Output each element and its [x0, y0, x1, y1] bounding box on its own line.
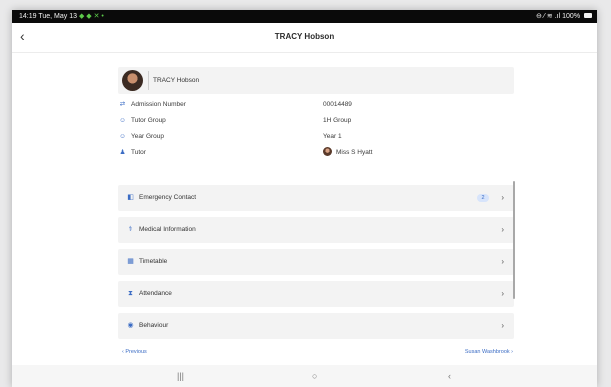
- profile-card: TRACY Hobson: [118, 67, 514, 94]
- student-info-list: ⇄ Admission Number 00014489 ☺ Tutor Grou…: [118, 97, 514, 161]
- chevron-right-icon: ›: [501, 257, 504, 266]
- student-menu: ◧ Emergency Contact 2 › ⚕ Medical Inform…: [118, 185, 514, 345]
- contact-card-icon: ◧: [127, 194, 134, 201]
- menu-item-behaviour[interactable]: ◉ Behaviour ›: [118, 313, 514, 339]
- person-icon: ♟: [119, 149, 126, 156]
- info-row-tutor-group: ☺ Tutor Group 1H Group: [118, 113, 514, 129]
- menu-item-label: Emergency Contact: [139, 194, 197, 201]
- calendar-icon: ▦: [127, 258, 134, 265]
- back-arrow-icon[interactable]: ‹: [20, 28, 25, 44]
- info-label: Year Group: [131, 133, 165, 140]
- menu-item-label: Behaviour: [139, 322, 169, 329]
- app-header: TRACY Hobson ‹: [12, 23, 597, 53]
- menu-item-attendance[interactable]: ⧗ Attendance ›: [118, 281, 514, 307]
- transfer-icon: ⇄: [119, 101, 126, 108]
- status-date: Tue, May 13: [38, 13, 78, 20]
- signal-icons: ⊖ ⁄ ≋ .ıl: [536, 13, 561, 20]
- menu-item-emergency-contact[interactable]: ◧ Emergency Contact 2 ›: [118, 185, 514, 211]
- avatar: [122, 70, 143, 91]
- chevron-right-icon: ›: [501, 289, 504, 298]
- info-value: 00014489: [323, 101, 352, 108]
- eye-icon: ◉: [127, 322, 134, 329]
- info-label: Tutor: [131, 149, 146, 156]
- system-nav-bar: ||| ○ ‹: [12, 365, 597, 387]
- previous-student-link[interactable]: ‹ Previous: [122, 349, 147, 355]
- info-label: Admission Number: [131, 101, 186, 108]
- chevron-right-icon: ›: [501, 193, 504, 202]
- menu-item-medical-information[interactable]: ⚕ Medical Information ›: [118, 217, 514, 243]
- battery-icon: [584, 12, 592, 18]
- recents-icon[interactable]: |||: [177, 365, 184, 387]
- info-value: Year 1: [323, 133, 342, 140]
- battery-percent: 100%: [562, 13, 581, 20]
- scrollbar[interactable]: [513, 181, 515, 299]
- menu-item-label: Timetable: [139, 258, 168, 265]
- status-left: 14:19 Tue, May 13 ◆ ◆ ✕ •: [19, 10, 104, 23]
- chevron-right-icon: ›: [501, 225, 504, 234]
- chevron-right-icon: ›: [501, 321, 504, 330]
- info-row-tutor: ♟ Tutor Miss S Hyatt: [118, 145, 514, 161]
- info-value: Miss S Hyatt: [323, 145, 372, 161]
- app-window: 14:19 Tue, May 13 ◆ ◆ ✕ • ⊖ ⁄ ≋ .ıl 100%…: [12, 10, 597, 387]
- count-badge: 2: [477, 194, 489, 202]
- menu-item-label: Attendance: [139, 290, 172, 297]
- tutor-avatar: [323, 146, 332, 156]
- status-bar: 14:19 Tue, May 13 ◆ ◆ ✕ • ⊖ ⁄ ≋ .ıl 100%: [12, 10, 597, 23]
- group-icon: ☺: [119, 117, 126, 124]
- hourglass-icon: ⧗: [128, 290, 133, 297]
- medical-icon: ⚕: [128, 226, 133, 233]
- system-back-icon[interactable]: ‹: [448, 365, 451, 387]
- info-row-admission-number: ⇄ Admission Number 00014489: [118, 97, 514, 113]
- profile-divider: [148, 71, 149, 90]
- next-student-link[interactable]: Susan Washbrook ›: [465, 349, 513, 355]
- info-row-year-group: ☺ Year Group Year 1: [118, 129, 514, 145]
- status-time: 14:19: [19, 13, 37, 20]
- menu-item-timetable[interactable]: ▦ Timetable ›: [118, 249, 514, 275]
- info-label: Tutor Group: [131, 117, 166, 124]
- group-icon: ☺: [119, 133, 126, 140]
- status-right: ⊖ ⁄ ≋ .ıl 100%: [536, 10, 592, 23]
- status-indicator-icons: ◆ ◆ ✕ •: [78, 13, 104, 20]
- profile-name: TRACY Hobson: [153, 77, 200, 84]
- student-detail-content: TRACY Hobson ⇄ Admission Number 00014489…: [12, 53, 597, 365]
- info-value: 1H Group: [323, 117, 352, 124]
- tutor-name: Miss S Hyatt: [336, 149, 373, 156]
- home-icon[interactable]: ○: [312, 365, 317, 387]
- menu-item-label: Medical Information: [139, 226, 196, 233]
- page-title: TRACY Hobson: [274, 32, 335, 41]
